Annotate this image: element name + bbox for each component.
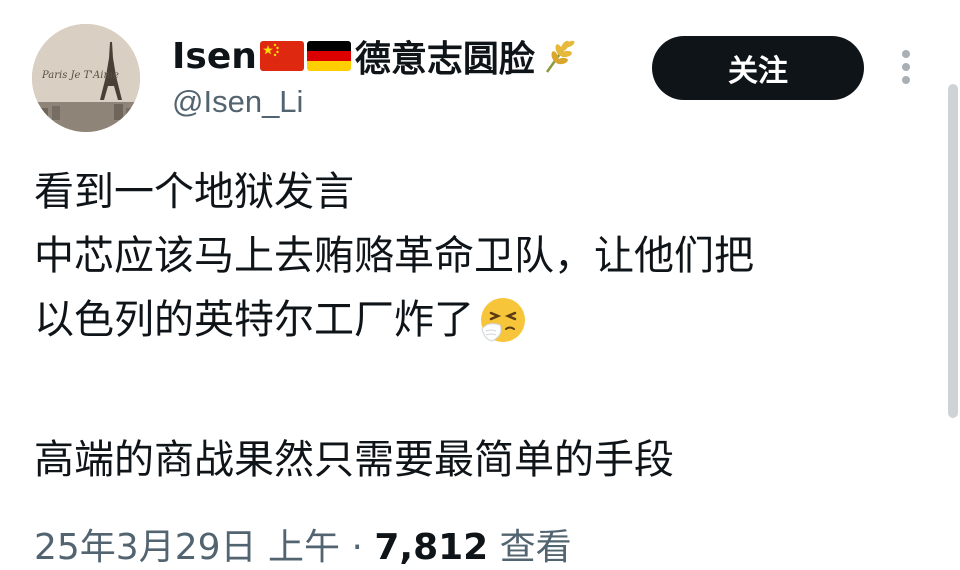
tweet-body: 看到一个地狱发言 中芯应该马上去贿赂革命卫队，让他们把 以色列的英特尔工厂炸了 … xyxy=(34,160,934,492)
tweet-line: 看到一个地狱发言 xyxy=(34,169,354,215)
scrollbar[interactable] xyxy=(948,84,958,418)
tweet-meta: 25年3月29日 上午 · 7,812 查看 xyxy=(34,527,572,568)
more-vertical-icon[interactable] xyxy=(897,50,915,90)
tweet-line-text: 以色列的英特尔工厂炸了 xyxy=(34,297,474,343)
tweet-line-with-emoji: 以色列的英特尔工厂炸了 xyxy=(34,288,934,352)
more-dot xyxy=(902,76,910,84)
display-name-text: Isen xyxy=(172,35,257,77)
display-name-suffix: 德意志圆脸 xyxy=(354,39,535,80)
display-name[interactable]: Isen 德意志圆脸 xyxy=(172,30,577,82)
tweet-line: 中芯应该马上去贿赂革命卫队，让他们把 xyxy=(34,233,754,279)
user-handle[interactable]: @Isen_Li xyxy=(172,84,303,120)
views-label: 查看 xyxy=(499,527,572,568)
follow-button[interactable]: 关注 xyxy=(652,36,864,100)
tweet-line: 高端的商战果然只需要最简单的手段 xyxy=(34,437,674,483)
china-flag-icon xyxy=(259,41,304,71)
more-dot xyxy=(902,50,910,58)
avatar-caption: Paris Je T'Aime xyxy=(42,70,119,81)
germany-flag-icon xyxy=(306,41,351,71)
tweet-date[interactable]: 25年3月29日 xyxy=(34,527,257,568)
sneezing-face-icon xyxy=(478,295,528,345)
tweet-time[interactable]: 上午 xyxy=(268,527,340,568)
views-count: 7,812 xyxy=(374,527,489,568)
avatar[interactable]: Paris Je T'Aime xyxy=(32,24,140,132)
wheat-icon xyxy=(539,36,577,76)
more-dot xyxy=(902,63,910,71)
